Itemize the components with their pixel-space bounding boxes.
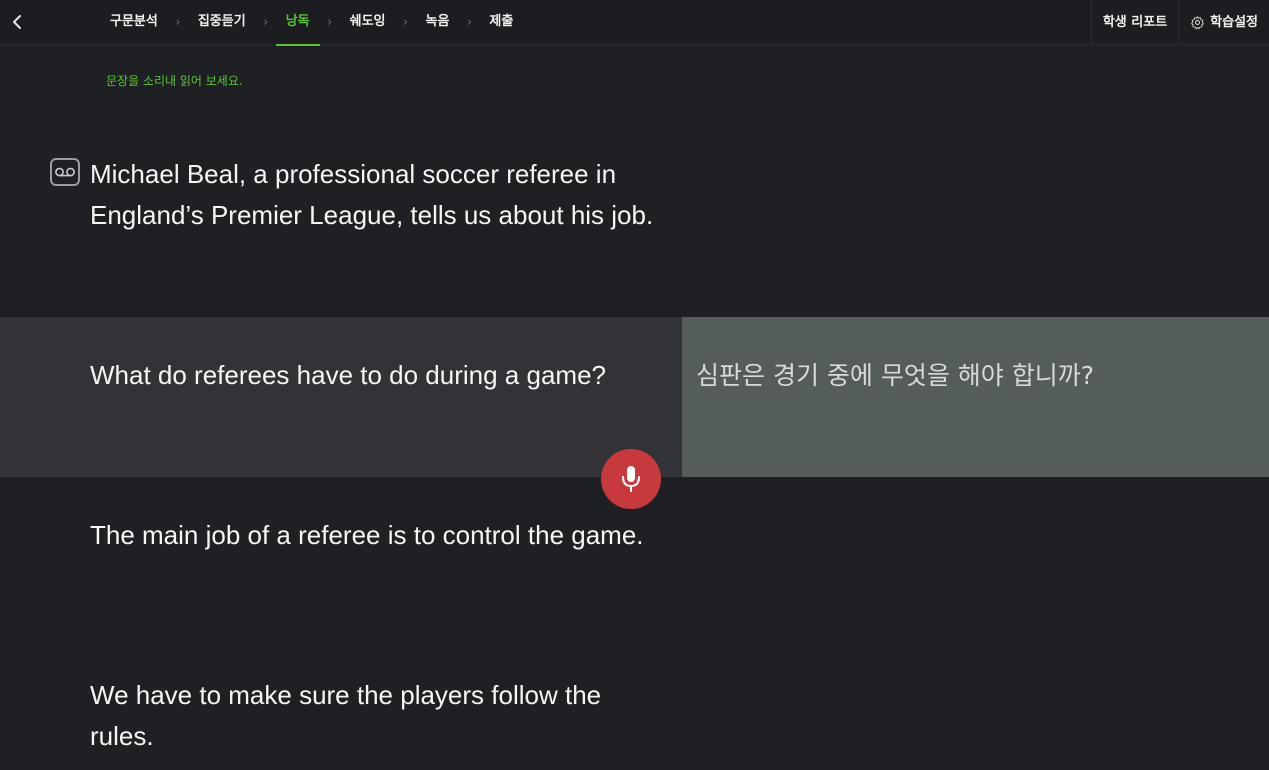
gear-icon [1191, 16, 1205, 30]
sentence-row[interactable]: Michael Beal, a professional soccer refe… [0, 128, 1269, 317]
sentence-korean-translation: 심판은 경기 중에 무엇을 해야 합니까? [696, 361, 1095, 390]
tab-submit[interactable]: 제출 [479, 0, 523, 45]
tab-focused-listening[interactable]: 집중듣기 [188, 0, 256, 45]
chevron-right-icon: › [466, 15, 473, 30]
record-button[interactable] [601, 449, 661, 509]
tab-read-aloud[interactable]: 낭독 [275, 0, 320, 46]
chevron-left-icon [13, 15, 21, 29]
student-report-label: 학생 리포트 [1102, 14, 1168, 30]
chevron-right-icon: › [175, 15, 181, 30]
sentence-english: We have to make sure the players follow … [90, 680, 602, 751]
tab-shadowing[interactable]: 쉐도잉 [340, 0, 396, 45]
student-report-button[interactable]: 학생 리포트 [1090, 0, 1178, 45]
chevron-right-icon: › [327, 15, 333, 30]
chevron-right-icon: › [263, 15, 269, 30]
sentence-english: The main job of a referee is to control … [90, 520, 644, 550]
back-button[interactable] [8, 12, 28, 32]
step-tabs: 구문분석 › 집중듣기 › 낭독 › 쉐도잉 › 녹음 › 제출 [100, 0, 523, 46]
voicemail-icon [55, 167, 75, 177]
chevron-right-icon: › [402, 15, 409, 30]
sentence-english: Michael Beal, a professional soccer refe… [90, 159, 654, 230]
translation-panel: 심판은 경기 중에 무엇을 해야 합니까? [682, 317, 1269, 477]
microphone-icon [622, 466, 640, 492]
learning-settings-button[interactable]: 학습설정 [1178, 0, 1269, 45]
sentence-row[interactable]: We have to make sure the players follow … [0, 637, 1269, 770]
top-navigation-bar: 구문분석 › 집중듣기 › 낭독 › 쉐도잉 › 녹음 › 제출 학생 리포트 … [0, 0, 1269, 46]
top-right-actions: 학생 리포트 학습설정 [1090, 0, 1269, 45]
play-recording-button[interactable] [50, 158, 80, 186]
tab-recording[interactable]: 녹음 [416, 0, 460, 45]
tab-syntax-analysis[interactable]: 구문분석 [100, 0, 168, 45]
instruction-text: 문장을 소리내 읽어 보세요. [106, 74, 243, 88]
sentence-english: What do referees have to do during a gam… [90, 360, 606, 390]
learning-settings-label: 학습설정 [1210, 14, 1258, 30]
